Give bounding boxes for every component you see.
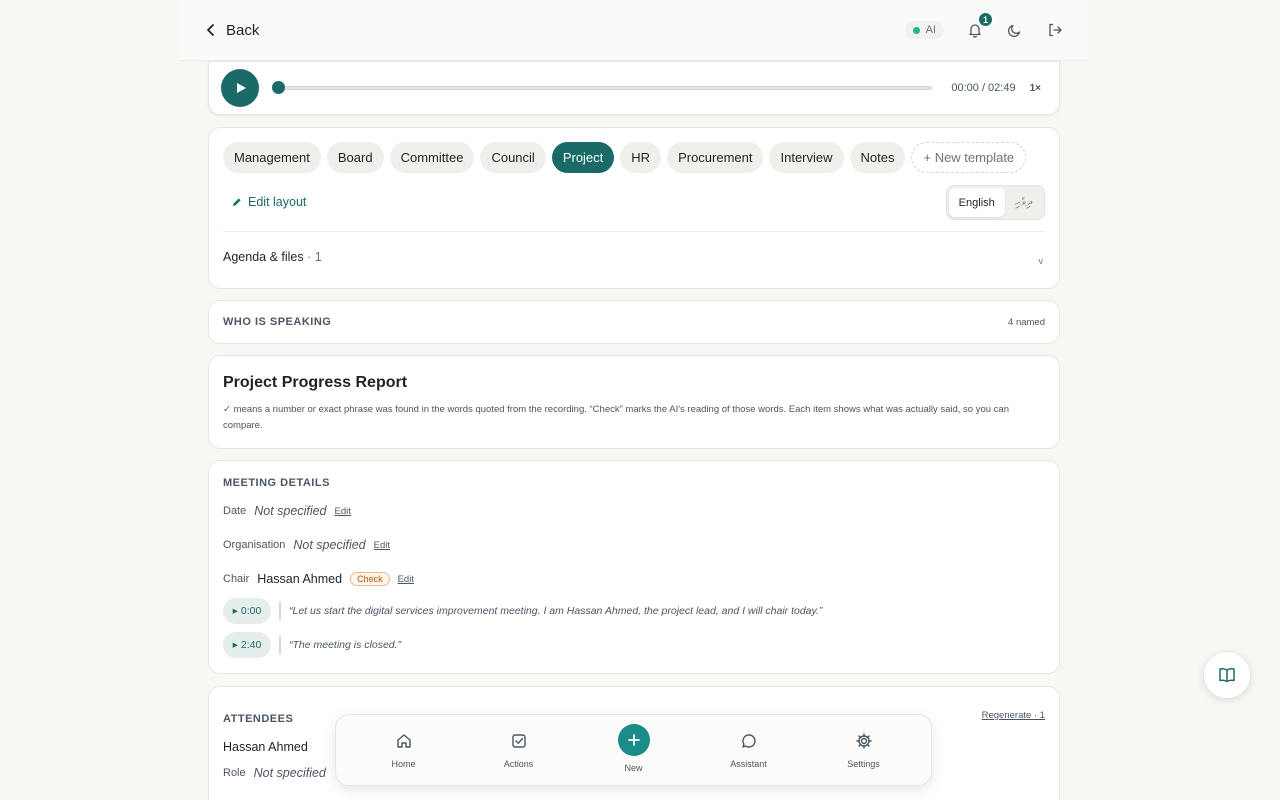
nav-label: Settings bbox=[847, 758, 880, 769]
organisation-value: Not specified bbox=[293, 538, 366, 552]
nav-assistant[interactable]: Assistant bbox=[709, 732, 789, 769]
chair-edit-link[interactable]: Edit bbox=[398, 574, 414, 585]
home-icon bbox=[396, 733, 411, 748]
quote-timestamp-button[interactable]: ▸ 2:40 bbox=[223, 632, 271, 658]
ai-status-dot bbox=[912, 26, 920, 34]
nav-label: Home bbox=[391, 758, 416, 769]
agenda-label: Agenda & files bbox=[223, 250, 304, 264]
back-label: Back bbox=[226, 21, 260, 39]
playback-speed-button[interactable]: 1× bbox=[1030, 83, 1041, 94]
audio-player: 00:00 / 02:49 1× bbox=[208, 61, 1060, 115]
language-toggle: English ދިވެހި bbox=[945, 185, 1045, 220]
template-chip-project[interactable]: Project bbox=[551, 142, 615, 173]
meeting-details-title: MEETING DETAILS bbox=[223, 477, 330, 489]
nav-home[interactable]: Home bbox=[364, 732, 444, 769]
nav-label: New bbox=[624, 762, 643, 773]
quote-item: ▸ 0:00 “Let us start the digital service… bbox=[223, 598, 822, 624]
quote-timestamp-button[interactable]: ▸ 0:00 bbox=[223, 598, 271, 624]
chair-label: Chair bbox=[223, 573, 250, 585]
playback-time: 00:00 / 02:49 bbox=[951, 82, 1016, 94]
meeting-details-card: MEETING DETAILS Date Not specified Edit … bbox=[208, 460, 1060, 674]
template-chip-procurement[interactable]: Procurement bbox=[667, 142, 764, 173]
date-value: Not specified bbox=[254, 504, 327, 518]
template-chip-interview[interactable]: Interview bbox=[769, 142, 844, 173]
checkbox-icon bbox=[511, 733, 526, 748]
report-title: Project Progress Report bbox=[223, 374, 408, 391]
attendee-role-row: Role Not specified bbox=[223, 763, 326, 783]
language-dhivehi[interactable]: ދިވެހި bbox=[1005, 188, 1042, 217]
logout-button[interactable] bbox=[1046, 21, 1064, 39]
new-button[interactable] bbox=[617, 723, 650, 756]
report-note: ✓ means a number or exact phrase was fou… bbox=[223, 404, 1009, 431]
nav-new[interactable]: New bbox=[594, 723, 674, 773]
ai-status-badge[interactable]: AI bbox=[904, 21, 944, 39]
template-chip-committee[interactable]: Committee bbox=[389, 142, 475, 173]
nav-label: Actions bbox=[503, 758, 534, 769]
template-chips: Management Board Committee Council Project HR… bbox=[223, 142, 1027, 173]
quote-bar bbox=[279, 602, 281, 620]
who-is-speaking-card[interactable]: WHO IS SPEAKING 4 named bbox=[208, 300, 1060, 344]
regenerate-link[interactable]: Regenerate · 1 bbox=[982, 710, 1045, 721]
plus-icon bbox=[627, 733, 640, 746]
check-badge: Check bbox=[350, 572, 390, 586]
organisation-row: Organisation Not specified Edit bbox=[223, 535, 390, 555]
edit-layout-button[interactable]: Edit layout bbox=[231, 195, 306, 209]
agenda-count: · 1 bbox=[307, 250, 322, 264]
attendee-name: Hassan Ahmed bbox=[223, 740, 308, 754]
notifications-button[interactable]: 1 bbox=[966, 12, 993, 39]
report-header-card: Project Progress Report ✓ means a number… bbox=[208, 355, 1060, 449]
template-chip-council[interactable]: Council bbox=[480, 142, 546, 173]
play-button[interactable] bbox=[221, 69, 259, 107]
quote-text: “The meeting is closed.” bbox=[289, 639, 402, 651]
guide-button[interactable] bbox=[1203, 651, 1251, 699]
templates-card: Management Board Committee Council Project HR… bbox=[208, 127, 1060, 289]
pencil-icon bbox=[232, 197, 241, 206]
quote-text: “Let us start the digital services impro… bbox=[289, 605, 823, 617]
template-chip-management[interactable]: Management bbox=[223, 142, 321, 173]
notification-count-badge: 1 bbox=[978, 12, 993, 27]
nav-label: Assistant bbox=[730, 758, 767, 769]
quote-item: ▸ 2:40 “The meeting is closed.” bbox=[223, 632, 401, 658]
quote-time: 0:00 bbox=[240, 605, 262, 617]
speaking-title: WHO IS SPEAKING bbox=[223, 316, 332, 328]
gear-icon bbox=[855, 732, 872, 749]
chat-icon bbox=[741, 733, 756, 748]
template-chip-board[interactable]: Board bbox=[326, 142, 384, 173]
language-english[interactable]: English bbox=[948, 188, 1005, 217]
nav-settings[interactable]: Settings bbox=[824, 732, 904, 769]
back-button[interactable]: Back bbox=[204, 22, 259, 39]
date-label: Date bbox=[223, 505, 247, 517]
chair-row: Chair Hassan Ahmed Check Edit bbox=[223, 569, 414, 589]
template-chip-hr[interactable]: HR bbox=[620, 142, 662, 173]
date-row: Date Not specified Edit bbox=[223, 501, 351, 521]
quote-bar bbox=[279, 636, 281, 654]
speaker-count: 4 named bbox=[1008, 316, 1045, 328]
book-icon bbox=[1219, 668, 1235, 683]
quote-time: 2:40 bbox=[240, 639, 262, 651]
role-value: Not specified bbox=[253, 766, 326, 780]
logout-icon bbox=[1049, 23, 1062, 37]
chevron-left-icon bbox=[207, 24, 214, 36]
chair-value: Hassan Ahmed bbox=[257, 572, 343, 586]
playback-scrubber[interactable] bbox=[272, 81, 932, 94]
organisation-edit-link[interactable]: Edit bbox=[374, 540, 390, 551]
ai-label: AI bbox=[925, 24, 936, 36]
moon-icon bbox=[1007, 24, 1021, 38]
agenda-files-toggle[interactable]: Agenda & files · 1 bbox=[223, 250, 322, 264]
nav-actions[interactable]: Actions bbox=[479, 732, 559, 769]
attendees-title: ATTENDEES bbox=[223, 713, 294, 725]
template-chip-notes[interactable]: Notes bbox=[849, 142, 906, 173]
scrubber-handle[interactable] bbox=[272, 81, 285, 94]
date-edit-link[interactable]: Edit bbox=[335, 506, 351, 517]
divider bbox=[223, 231, 1045, 232]
edit-layout-label: Edit layout bbox=[248, 195, 307, 209]
play-icon bbox=[237, 83, 246, 93]
organisation-label: Organisation bbox=[223, 539, 286, 551]
top-bar: Back AI 1 bbox=[180, 0, 1088, 61]
chevron-down-icon[interactable]: v bbox=[1039, 256, 1044, 266]
role-label: Role bbox=[223, 767, 246, 779]
bottom-navigation: Home Actions New Assistant Settings bbox=[335, 714, 932, 786]
new-template-button[interactable]: + New template bbox=[911, 142, 1027, 173]
theme-toggle-button[interactable] bbox=[1006, 21, 1024, 39]
